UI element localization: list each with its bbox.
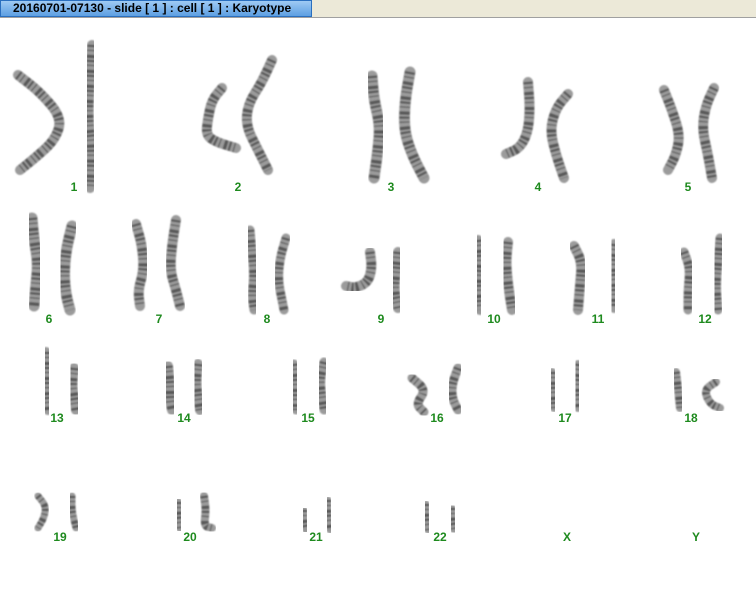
chromosome[interactable] xyxy=(131,219,149,311)
chromosome[interactable] xyxy=(702,378,724,412)
chromosome[interactable] xyxy=(569,241,587,315)
chromosome[interactable] xyxy=(546,89,573,183)
chromosome[interactable] xyxy=(448,504,458,534)
chromosome-pair-4[interactable] xyxy=(501,77,573,183)
chromosome[interactable] xyxy=(68,492,80,532)
chromosome-pair-11[interactable] xyxy=(569,239,619,315)
chromosome[interactable] xyxy=(200,492,216,532)
karyotype-canvas: 1 2 3 4 56 7 8 9 10 11 1213 14 15 16 17 1819 20 21 22 X Y xyxy=(13,40,725,544)
chromosome-pair-1[interactable] xyxy=(13,40,97,193)
chromosome[interactable] xyxy=(165,215,185,311)
chromosome-pair-6[interactable] xyxy=(26,212,78,316)
chromosome-label-18: 18 xyxy=(684,411,698,425)
chromosome[interactable] xyxy=(398,66,430,184)
chromosome-pair-15[interactable] xyxy=(289,357,329,415)
chromosome[interactable] xyxy=(659,85,684,175)
chromosome[interactable] xyxy=(13,70,65,175)
chromosome-label-10: 10 xyxy=(487,312,501,326)
chromosome[interactable] xyxy=(83,40,97,193)
chromosome-label-1: 1 xyxy=(71,180,78,194)
chromosome[interactable] xyxy=(672,368,684,412)
chromosome[interactable] xyxy=(274,233,291,315)
chromosome-label-2: 2 xyxy=(235,180,242,194)
chromosome-label-y: Y xyxy=(692,530,700,544)
chromosome-pair-2[interactable] xyxy=(201,55,277,175)
chromosome[interactable] xyxy=(501,77,535,159)
chromosome[interactable] xyxy=(501,237,517,315)
chromosome[interactable] xyxy=(572,360,582,412)
chromosome-label-9: 9 xyxy=(378,312,385,326)
chromosome-label-19: 19 xyxy=(53,530,67,544)
chromosome-pair-8[interactable] xyxy=(245,225,291,315)
chromosome[interactable] xyxy=(389,247,403,313)
chromosome[interactable] xyxy=(698,83,719,183)
chromosome-pair-3[interactable] xyxy=(366,66,430,184)
chromosome-label-7: 7 xyxy=(156,312,163,326)
chromosome-pair-17[interactable] xyxy=(548,360,582,412)
chromosome-label-20: 20 xyxy=(183,530,197,544)
chromosome-pair-14[interactable] xyxy=(163,359,205,415)
chromosome-label-22: 22 xyxy=(433,530,447,544)
chromosome[interactable] xyxy=(300,506,310,534)
chromosome-label-8: 8 xyxy=(264,312,271,326)
chromosome-label-3: 3 xyxy=(388,180,395,194)
chromosome-pair-22[interactable] xyxy=(422,500,458,534)
chromosome[interactable] xyxy=(67,363,81,415)
chromosome[interactable] xyxy=(607,239,619,313)
chromosome[interactable] xyxy=(324,496,334,534)
chromosome-label-17: 17 xyxy=(558,411,572,425)
chromosome-pair-9[interactable] xyxy=(341,247,403,313)
chromosome[interactable] xyxy=(59,220,78,316)
chromosome-label-5: 5 xyxy=(685,180,692,194)
chromosome[interactable] xyxy=(289,359,301,415)
chromosome-pair-12[interactable] xyxy=(679,233,725,315)
chromosome[interactable] xyxy=(241,55,277,175)
chromosome-pair-16[interactable] xyxy=(407,363,463,417)
chromosome-label-x: X xyxy=(563,530,571,544)
chromosome-pair-5[interactable] xyxy=(659,83,719,183)
chromosome[interactable] xyxy=(163,361,177,415)
chromosome-label-15: 15 xyxy=(301,411,315,425)
chromosome[interactable] xyxy=(407,373,429,417)
chromosome-label-16: 16 xyxy=(430,411,444,425)
chromosome-label-4: 4 xyxy=(535,180,542,194)
chromosome-label-13: 13 xyxy=(50,411,64,425)
chromosome[interactable] xyxy=(341,247,377,293)
chromosome-pair-7[interactable] xyxy=(131,215,185,311)
chromosome[interactable] xyxy=(447,363,463,415)
chromosome[interactable] xyxy=(548,368,558,412)
chromosome[interactable] xyxy=(201,83,241,153)
chromosome-pair-19[interactable] xyxy=(34,492,80,532)
chromosome[interactable] xyxy=(679,247,694,315)
chromosome-pair-13[interactable] xyxy=(41,347,81,415)
chromosome[interactable] xyxy=(422,500,432,534)
chromosome-label-12: 12 xyxy=(698,312,712,326)
chromosome[interactable] xyxy=(366,70,385,184)
chromosome-pair-10[interactable] xyxy=(473,235,517,315)
chromosome-label-11: 11 xyxy=(592,312,605,326)
chromosome-pair-18[interactable] xyxy=(672,368,724,412)
chromosome[interactable] xyxy=(712,233,725,315)
chromosome[interactable] xyxy=(41,347,53,415)
chromosome[interactable] xyxy=(34,492,49,532)
chromosome-label-6: 6 xyxy=(46,312,53,326)
chromosome-pair-20[interactable] xyxy=(174,492,216,532)
window-title-tab[interactable]: 20160701-07130 - slide [ 1 ] : cell [ 1 … xyxy=(0,0,312,17)
title-bar: 20160701-07130 - slide [ 1 ] : cell [ 1 … xyxy=(0,0,756,18)
chromosome-label-21: 21 xyxy=(309,530,323,544)
chromosome[interactable] xyxy=(316,357,329,415)
chromosome[interactable] xyxy=(473,235,485,315)
chromosome[interactable] xyxy=(26,212,43,312)
chromosome[interactable] xyxy=(245,225,259,315)
chromosome-label-14: 14 xyxy=(177,411,191,425)
chromosome-pair-21[interactable] xyxy=(300,496,334,534)
chromosome[interactable] xyxy=(174,498,184,532)
chromosome[interactable] xyxy=(191,359,205,415)
